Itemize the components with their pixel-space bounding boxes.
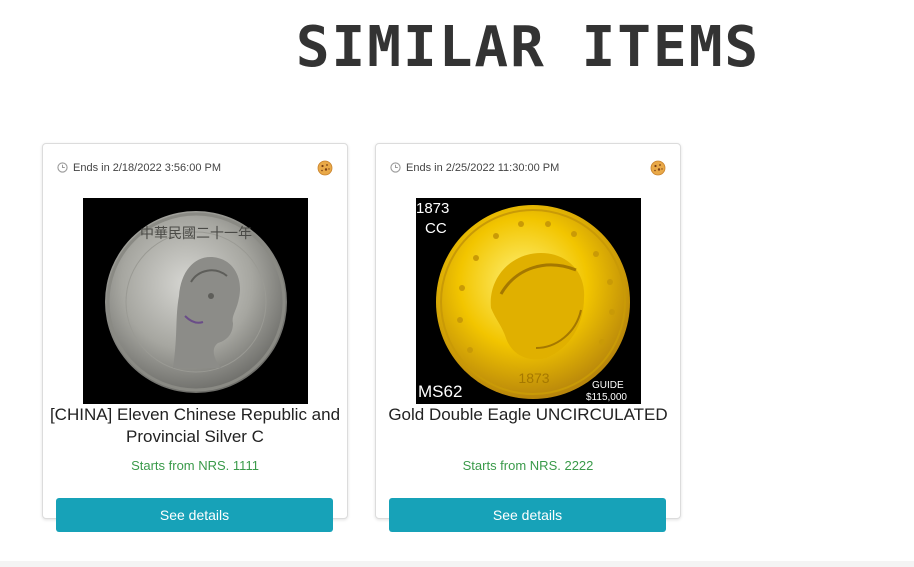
item-title[interactable]: [CHINA] Eleven Chinese Republic and Prov… (49, 404, 341, 448)
coin-guide-value: $115,000 (586, 392, 627, 403)
clock-icon (390, 162, 401, 173)
cookie-icon[interactable] (317, 160, 333, 176)
starting-price: Starts from NRS. 1111 (131, 458, 259, 473)
card-header: Ends in 2/18/2022 3:56:00 PM (57, 160, 333, 176)
coin-guide-label: GUIDE (592, 380, 624, 391)
item-title[interactable]: Gold Double Eagle UNCIRCULATED (382, 404, 674, 426)
item-image[interactable]: 中華民國二十一年 (83, 198, 308, 404)
see-details-button[interactable]: See details (56, 498, 333, 532)
gold-coin-image: 1873 CC MS62 GUIDE $115,000 1873 (416, 198, 641, 404)
item-card: Ends in 2/18/2022 3:56:00 PM 中華民國二十一年 [C… (42, 143, 348, 532)
coin-year-label: 1873 (416, 200, 449, 217)
see-details-button[interactable]: See details (389, 498, 666, 532)
auction-end-time: Ends in 2/18/2022 3:56:00 PM (73, 162, 221, 174)
item-card: Ends in 2/25/2022 11:30:00 PM 1873 CC MS… (375, 143, 681, 532)
clock-icon (57, 162, 68, 173)
starting-price: Starts from NRS. 2222 (462, 458, 594, 473)
card-header: Ends in 2/25/2022 11:30:00 PM (390, 160, 666, 176)
silver-coin-image: 中華民國二十一年 (83, 198, 308, 404)
coin-date: 1873 (518, 370, 549, 386)
page-title: SIMILAR ITEMS (295, 15, 761, 80)
coin-grade-label: MS62 (418, 382, 462, 401)
auction-end-time: Ends in 2/25/2022 11:30:00 PM (406, 162, 560, 174)
cookie-icon[interactable] (650, 160, 666, 176)
page-footer-divider (0, 561, 914, 567)
item-image[interactable]: 1873 CC MS62 GUIDE $115,000 1873 (416, 198, 641, 404)
coin-inscription: 中華民國二十一年 (140, 226, 252, 242)
coin-mint-label: CC (425, 220, 447, 237)
